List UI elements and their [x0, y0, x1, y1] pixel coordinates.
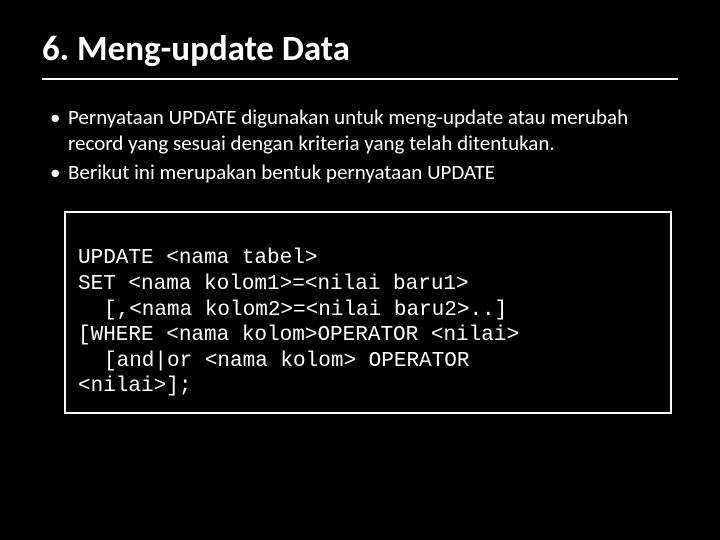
bullet-list: Pernyataan UPDATE digunakan untuk meng-u… — [42, 104, 678, 185]
code-line: [,<nama kolom2>=<nilai baru2>..] — [78, 298, 658, 324]
code-line: SET <nama kolom1>=<nilai baru1> — [78, 273, 469, 296]
slide: 6. Meng-update Data Pernyataan UPDATE di… — [0, 0, 720, 540]
bullet-item: Berikut ini merupakan bentuk pernyataan … — [46, 159, 678, 185]
code-line: UPDATE <nama tabel> — [78, 247, 317, 270]
code-line: [WHERE <nama kolom>OPERATOR <nilai> — [78, 324, 519, 347]
code-line: <nilai>]; — [78, 375, 191, 398]
title-divider — [42, 78, 678, 80]
code-line: [and|or <nama kolom> OPERATOR — [78, 349, 658, 375]
bullet-item: Pernyataan UPDATE digunakan untuk meng-u… — [46, 104, 678, 157]
code-block: UPDATE <nama tabel> SET <nama kolom1>=<n… — [64, 211, 672, 414]
slide-title: 6. Meng-update Data — [42, 28, 678, 70]
